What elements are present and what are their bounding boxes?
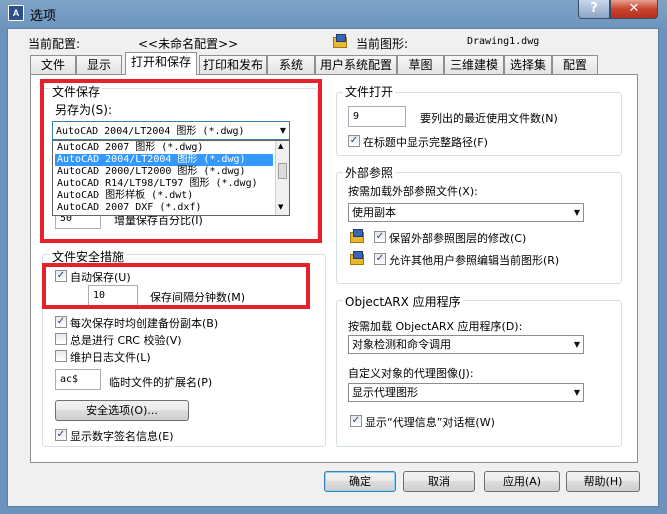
tab-plot-publish[interactable]: 打印和发布 [199, 55, 267, 74]
help-caption-button[interactable]: ? [578, 0, 610, 19]
dropdown-scrollbar[interactable]: ▲ ▼ [275, 141, 289, 215]
current-drawing-label: 当前图形: [356, 37, 409, 51]
scroll-thumb[interactable] [278, 163, 287, 179]
file-open-title: 文件打开 [343, 83, 396, 100]
retain-changes-label: 保留外部参照图层的修改(C) [389, 232, 527, 245]
app-icon: A [8, 5, 24, 21]
current-profile-label: 当前配置: [28, 37, 81, 51]
crc-checkbox[interactable] [55, 333, 67, 345]
window-title: 选项 [30, 9, 57, 24]
drawing-icon [333, 34, 349, 49]
title-bar[interactable]: A 选项 [0, 0, 667, 26]
allow-edit-checkbox[interactable]: ✓ [374, 253, 386, 265]
dropdown-option[interactable]: AutoCAD 2007 DXF (*.dxf) [55, 202, 273, 214]
tab-3d-modeling[interactable]: 三维建模 [444, 55, 504, 74]
tab-open-save[interactable]: 打开和保存 [125, 52, 197, 75]
tab-user-preferences[interactable]: 用户系统配置 [315, 55, 397, 74]
current-profile-value: <<未命名配置>> [138, 37, 239, 51]
chevron-down-icon: ▼ [573, 388, 580, 397]
xref-demand-load-label: 按需加载外部参照文件(X): [348, 185, 478, 198]
tab-profiles[interactable]: 配置 [552, 55, 598, 74]
proxy-images-combo[interactable]: 显示代理图形 ▼ [348, 383, 584, 402]
tab-selection[interactable]: 选择集 [504, 55, 552, 74]
digital-signature-label: 显示数字签名信息(E) [70, 430, 174, 443]
security-options-button[interactable]: 安全选项(O)... [55, 400, 189, 421]
log-label: 维护日志文件(L) [70, 351, 151, 364]
proxy-info-label: 显示“代理信息”对话框(W) [365, 416, 495, 429]
scroll-down-icon[interactable]: ▼ [278, 203, 283, 211]
highlight-box-autosave [42, 263, 310, 309]
xref-demand-load-combo[interactable]: 使用副本 ▼ [348, 203, 584, 222]
xref-edit-icon [350, 251, 366, 266]
full-path-label: 在标题中显示完整路径(F) [363, 136, 488, 149]
ok-button[interactable]: 确定 [324, 471, 396, 492]
dropdown-option[interactable]: AutoCAD 2007 图形 (*.dwg) [55, 142, 273, 154]
recent-files-input[interactable]: 9 [348, 106, 406, 127]
scroll-up-icon[interactable]: ▲ [278, 142, 283, 150]
temp-ext-input[interactable]: ac$ [55, 369, 101, 390]
backup-label: 每次保存时均创建备份副本(B) [70, 317, 219, 330]
backup-checkbox[interactable]: ✓ [55, 316, 67, 328]
tab-display[interactable]: 显示 [76, 55, 122, 74]
tab-files[interactable]: 文件 [30, 55, 76, 74]
recent-files-label: 要列出的最近使用文件数(N) [420, 112, 558, 125]
proxy-info-checkbox[interactable]: ✓ [350, 415, 362, 427]
arx-demand-load-combo[interactable]: 对象检测和命令调用 ▼ [348, 335, 584, 354]
chevron-down-icon: ▼ [573, 340, 580, 349]
apply-button[interactable]: 应用(A) [484, 471, 560, 492]
current-drawing-value: Drawing1.dwg [467, 36, 540, 47]
dropdown-option[interactable]: AutoCAD 图形样板 (*.dwt) [55, 190, 273, 202]
close-button[interactable]: ✕ [610, 0, 658, 19]
xref-layer-icon [350, 229, 366, 244]
arx-demand-load-label: 按需加载 ObjectARX 应用程序(D): [348, 320, 523, 333]
arx-demand-load-value: 对象检测和命令调用 [352, 338, 451, 351]
log-checkbox[interactable] [55, 350, 67, 362]
allow-edit-label: 允许其他用户参照编辑当前图形(R) [389, 254, 560, 267]
dropdown-option-selected[interactable]: AutoCAD 2004/LT2004 图形 (*.dwg) [55, 154, 273, 166]
digital-signature-checkbox[interactable]: ✓ [55, 429, 67, 441]
temp-ext-label: 临时文件的扩展名(P) [109, 376, 213, 389]
cancel-button[interactable]: 取消 [403, 471, 475, 492]
xref-demand-load-value: 使用副本 [352, 206, 396, 219]
dropdown-option[interactable]: AutoCAD R14/LT98/LT97 图形 (*.dwg) [55, 178, 273, 190]
save-as-dropdown-list[interactable]: AutoCAD 2007 图形 (*.dwg) AutoCAD 2004/LT2… [52, 140, 290, 216]
crc-label: 总是进行 CRC 校验(V) [70, 334, 182, 347]
objectarx-title: ObjectARX 应用程序 [343, 293, 463, 310]
tab-system[interactable]: 系统 [267, 55, 315, 74]
dropdown-option[interactable]: AutoCAD 2000/LT2000 图形 (*.dwg) [55, 166, 273, 178]
help-button[interactable]: 帮助(H) [566, 471, 640, 492]
chevron-down-icon: ▼ [573, 208, 580, 217]
retain-changes-checkbox[interactable]: ✓ [374, 231, 386, 243]
full-path-checkbox[interactable]: ✓ [348, 135, 360, 147]
proxy-images-label: 自定义对象的代理图像(J): [348, 367, 474, 380]
tab-drafting[interactable]: 草图 [397, 55, 444, 74]
xref-title: 外部参照 [343, 164, 396, 181]
proxy-images-value: 显示代理图形 [352, 386, 418, 399]
